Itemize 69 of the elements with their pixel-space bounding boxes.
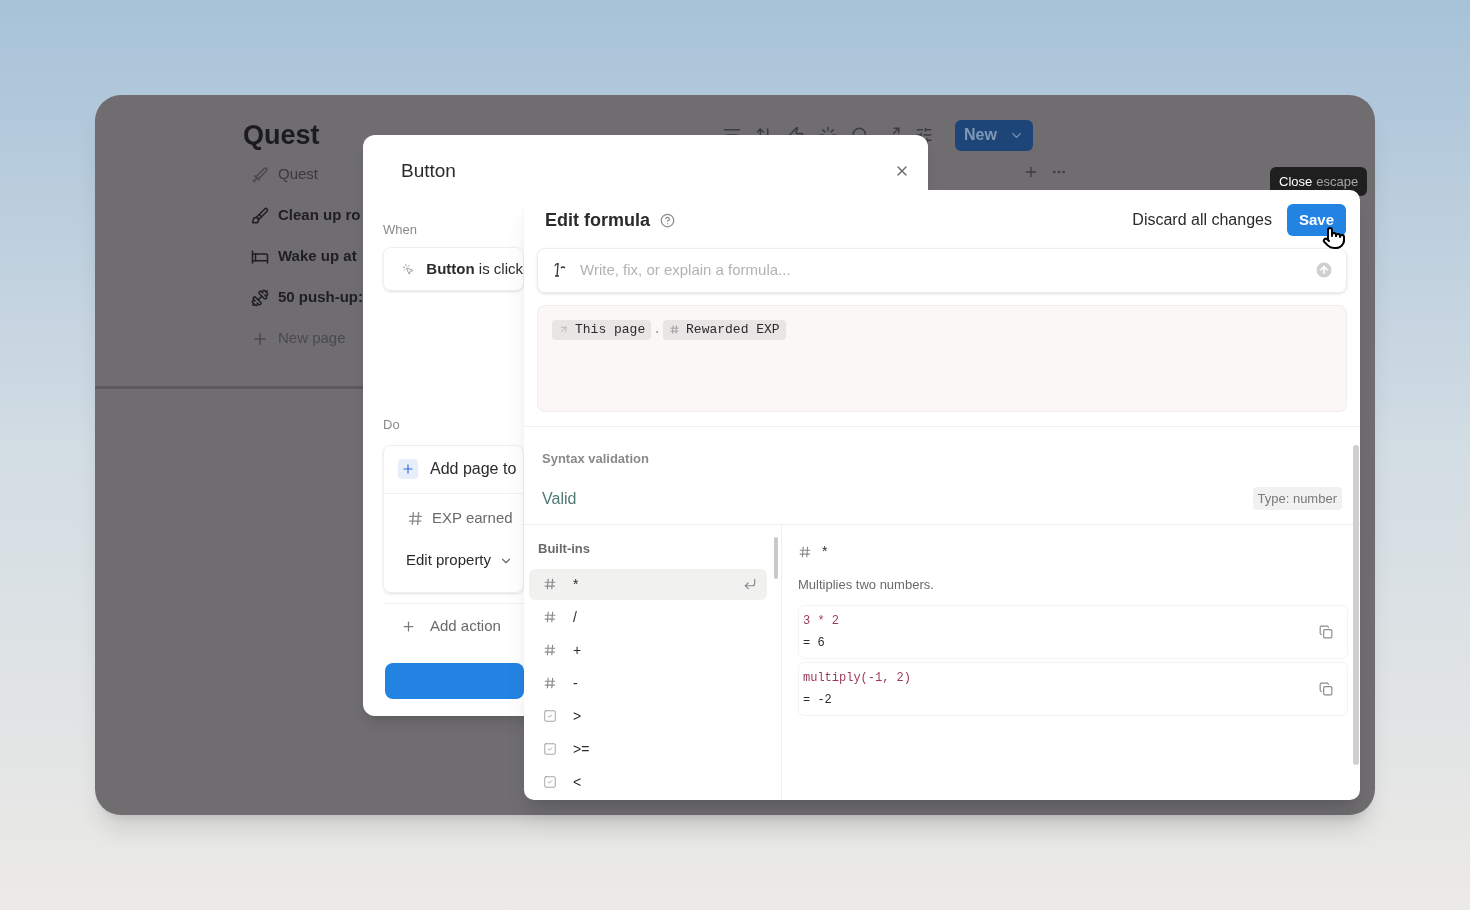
- trigger-text: Button is click: [426, 258, 523, 279]
- done-button[interactable]: [385, 662, 524, 699]
- property-name[interactable]: EXP earned: [432, 507, 513, 530]
- builtin-item[interactable]: <: [529, 767, 767, 798]
- copy-icon[interactable]: [1319, 682, 1333, 696]
- builtin-item[interactable]: >=: [529, 734, 767, 765]
- click-icon: [402, 261, 415, 277]
- hash-icon: [543, 676, 557, 691]
- section-label: When: [383, 220, 417, 239]
- save-button[interactable]: Save: [1286, 204, 1346, 236]
- function-description: Multiplies two numbers.: [798, 576, 935, 595]
- checkbox-icon: [543, 709, 557, 724]
- ai-prompt-field[interactable]: Write, fix, or explain a formula...: [537, 248, 1347, 293]
- dumbbell-icon: [251, 288, 269, 307]
- edit-property-dropdown[interactable]: Edit property: [406, 549, 492, 572]
- builtin-name: *: [573, 575, 580, 594]
- builtin-item[interactable]: *: [529, 569, 767, 600]
- hash-icon: [543, 577, 557, 592]
- settings-icon[interactable]: [915, 126, 933, 145]
- property-token[interactable]: This page: [552, 319, 652, 340]
- builtin-item[interactable]: >: [529, 701, 767, 732]
- tooltip-label: Close: [1279, 172, 1313, 191]
- page-title: Quest: [243, 119, 321, 152]
- hand-cursor-icon: [1322, 226, 1346, 250]
- checkbox-icon: [543, 742, 557, 757]
- discard-button[interactable]: Discard all changes: [1132, 208, 1272, 232]
- example-code: 3 * 2: [803, 613, 839, 630]
- ai-prompt-input[interactable]: Write, fix, or explain a formula...: [580, 259, 1304, 282]
- example-code: multiply(-1, 2): [803, 670, 912, 687]
- checkbox-icon: [543, 775, 557, 790]
- add-action-button[interactable]: Add action: [430, 614, 501, 638]
- section-label: Built-ins: [537, 540, 591, 559]
- enter-icon: [743, 577, 757, 592]
- builtin-name: <: [573, 773, 583, 792]
- formula-editor[interactable]: This page . Rewarded EXP: [537, 304, 1347, 412]
- builtin-item[interactable]: -: [529, 668, 767, 699]
- help-icon[interactable]: [660, 212, 675, 228]
- validation-status: Valid: [542, 488, 577, 509]
- hash-icon: [407, 510, 424, 527]
- hash-icon: [798, 545, 812, 559]
- panel-title: Edit formula: [545, 208, 650, 232]
- scrollbar[interactable]: [774, 537, 778, 580]
- hash-icon: [543, 643, 557, 658]
- brush-icon: [251, 206, 269, 225]
- function-name: *: [822, 542, 828, 562]
- builtin-item[interactable]: /: [529, 602, 767, 633]
- shortcut-hint: escape: [1316, 172, 1359, 191]
- section-label: Syntax validation: [542, 450, 650, 468]
- builtin-item[interactable]: +: [529, 635, 767, 666]
- dialog-title: Button: [401, 159, 456, 183]
- sword-icon: [251, 165, 269, 184]
- action-title: Add page to: [430, 459, 517, 479]
- token-separator: .: [653, 320, 662, 339]
- copy-icon[interactable]: [1319, 625, 1333, 639]
- section-label: Do: [383, 416, 400, 434]
- builtin-name: >: [573, 707, 583, 726]
- plus-icon: [401, 618, 416, 634]
- example-result: = -2: [803, 692, 833, 709]
- hash-icon: [543, 610, 557, 625]
- hash-icon: [669, 324, 681, 336]
- property-token[interactable]: Rewarded EXP: [663, 319, 786, 340]
- builtin-name: /: [573, 608, 578, 627]
- type-badge: Type: number: [1252, 486, 1342, 511]
- example-result: = 6: [803, 635, 826, 652]
- builtin-name: -: [573, 674, 579, 693]
- builtin-name: +: [573, 641, 583, 660]
- bed-icon: [251, 247, 269, 266]
- builtin-name: >=: [573, 740, 591, 759]
- plus-icon: [398, 459, 418, 479]
